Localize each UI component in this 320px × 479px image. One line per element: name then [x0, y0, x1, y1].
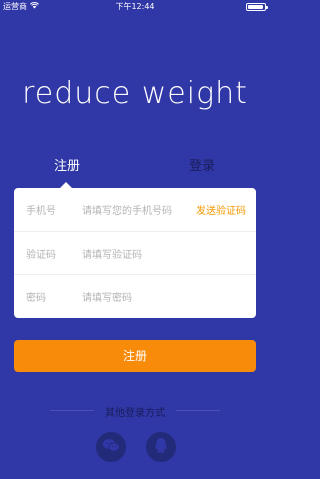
wechat-icon [102, 438, 120, 457]
password-input[interactable]: 请填写密码 [82, 289, 132, 304]
phone-label: 手机号 [26, 206, 56, 217]
app-title: reduce weight [22, 76, 248, 111]
phone-row: 手机号 请填写您的手机号码 发送验证码 [14, 188, 256, 231]
password-row: 密码 请填写密码 [14, 274, 256, 318]
code-label: 验证码 [26, 250, 56, 261]
code-row: 验证码 请填写验证码 [14, 231, 256, 275]
send-code-button[interactable]: 发送验证码 [196, 202, 246, 217]
register-button[interactable]: 注册 [14, 340, 256, 372]
other-login-label: 其他登录方式 [105, 408, 165, 419]
code-input[interactable]: 请填写验证码 [82, 246, 142, 261]
tab-register[interactable]: 注册 [54, 155, 80, 174]
divider-right [176, 410, 220, 411]
qq-login-button[interactable] [146, 432, 176, 462]
register-form-card: 手机号 请填写您的手机号码 发送验证码 验证码 请填写验证码 密码 请填写密码 [14, 182, 256, 318]
phone-input[interactable]: 请填写您的手机号码 [82, 202, 172, 217]
qq-icon [154, 437, 168, 458]
tab-login[interactable]: 登录 [189, 155, 215, 174]
password-label: 密码 [26, 293, 46, 304]
status-time: 下午12:44 [115, 2, 155, 11]
status-bar: 运营商 下午12:44 [0, 0, 270, 14]
auth-tabs: 注册 登录 [14, 155, 256, 175]
battery-icon [246, 3, 268, 11]
wechat-login-button[interactable] [96, 432, 126, 462]
